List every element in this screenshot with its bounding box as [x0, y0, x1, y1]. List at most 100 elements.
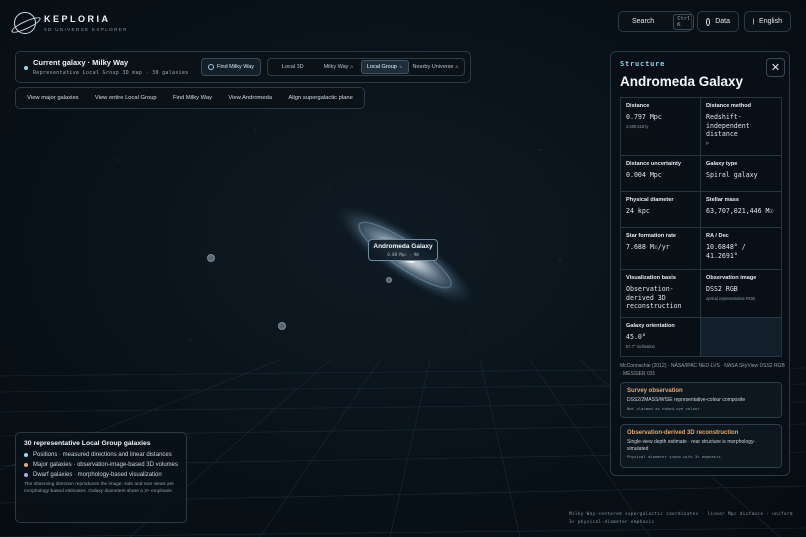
tab-label: Local 3D: [281, 64, 304, 70]
info-value: 7.688 M☉/yr: [626, 243, 670, 251]
scale-tabs: Local 3D Milky Way a Local Group ↳ Nearby …: [267, 58, 465, 76]
globe-icon: [753, 18, 755, 25]
card-description: DSS2/2MASS/WISE representative-colour co…: [627, 397, 746, 403]
legend-row: Dwarf galaxies · morphology-based visual…: [24, 472, 178, 478]
info-label: Distance method: [706, 103, 752, 109]
info-value: Redshift-independent distance: [706, 113, 750, 138]
find-milky-way-button[interactable]: Find Milky Way: [201, 58, 261, 76]
tab-marker: a: [350, 64, 353, 69]
current-galaxy-description: Representative Local Group 3D map · 30 g…: [33, 70, 189, 76]
andromeda-label-sub: 0.80 Mpc · 9W: [387, 252, 419, 257]
tab-local-3d[interactable]: Local 3D: [270, 61, 316, 73]
tab-label: Milky Way: [323, 64, 349, 70]
language-button[interactable]: English: [744, 11, 791, 32]
dwarf-galaxy-marker[interactable]: [278, 322, 286, 330]
search-shortcut: Ctrl K: [673, 13, 695, 30]
current-galaxy-dot-icon: [24, 66, 28, 70]
legend-row-text: Major galaxies · observation-image-based…: [32, 462, 178, 468]
reconstruction-card: Observation-derived 3D reconstruction Si…: [620, 424, 782, 468]
info-label: Stellar mass: [706, 197, 739, 203]
view-entire-local-group-button[interactable]: View entire Local Group: [95, 95, 157, 101]
view-major-galaxies-button[interactable]: View major galaxies: [27, 95, 78, 101]
tab-label: Nearby Universe: [412, 64, 454, 70]
target-icon: [207, 64, 214, 70]
view-andromeda-button[interactable]: View Andromeda: [228, 95, 272, 101]
find-milky-way-action-button[interactable]: Find Milky Way: [173, 95, 212, 101]
info-value: 0.797 Mpc: [626, 113, 662, 121]
card-title: Observation-derived 3D reconstruction: [627, 430, 739, 436]
info-cell-stellar-mass: Stellar mass 63,707,021,446 M☉: [701, 192, 781, 228]
brand[interactable]: KEPLORIA 3D UNIVERSE EXPLORER: [14, 12, 128, 34]
info-value: 0.004 Mpc: [626, 171, 662, 179]
legend-note: The observing direction reproduces the i…: [24, 482, 174, 494]
andromeda-label[interactable]: Andromeda Galaxy 0.80 Mpc · 9W: [368, 239, 438, 261]
info-label: Distance: [626, 103, 650, 109]
galaxy-info-grid: Distance 0.797 Mpc 2,600,618 ly Distance…: [620, 97, 782, 357]
brand-subtitle: 3D UNIVERSE EXPLORER: [44, 27, 128, 32]
coordinate-caption: Milky Way-centered supergalactic coordin…: [569, 512, 793, 525]
find-milky-way-label: Find Milky Way: [216, 64, 255, 70]
align-supergalactic-plane-button[interactable]: Align supergalactic plane: [288, 95, 352, 101]
info-cell-visualization-basis: Visualization basis Observation-derived …: [621, 270, 701, 318]
dwarf-galaxies-bullet-icon: [24, 473, 28, 477]
info-label: Galaxy orientation: [626, 323, 675, 329]
tab-nearby-universe[interactable]: Nearby Universe a: [409, 61, 462, 73]
card-description: Single-view depth estimate · rear struct…: [627, 439, 756, 452]
major-galaxies-bullet-icon: [24, 463, 28, 467]
info-cell-galaxy-orientation: Galaxy orientation 45.0° 57.7° inclinati…: [621, 318, 701, 356]
info-cell-physical-diameter: Physical diameter 24 kpc: [621, 192, 701, 228]
card-meta: Physical diameter shown with 3× emphasis: [627, 454, 721, 459]
close-icon[interactable]: ✕: [766, 58, 785, 77]
data-label: Data: [715, 18, 730, 25]
tab-label: Local Group: [366, 64, 397, 70]
positions-bullet-icon: [24, 453, 28, 457]
galaxy-legend: 30 representative Local Group galaxies P…: [15, 432, 187, 523]
info-value: 45.0°: [626, 333, 646, 341]
search-label: Search: [632, 18, 655, 25]
current-galaxy-label: Current galaxy · Milky Way: [33, 58, 129, 67]
tab-milky-way[interactable]: Milky Way a: [316, 61, 362, 73]
info-cell-distance-uncertainty: Distance uncertainty 0.004 Mpc: [621, 156, 701, 192]
legend-row-text: Positions · measured directions and line…: [33, 452, 172, 458]
info-cell-distance-method: Distance method Redshift-independent dis…: [701, 98, 781, 156]
current-galaxy-panel: Current galaxy · Milky Way Representativ…: [15, 51, 471, 83]
info-value: 10.6848° / 41.2691°: [706, 243, 746, 260]
info-sub: 2,600,618 ly: [626, 123, 649, 129]
survey-observation-card: Survey observation DSS2/2MASS/WISE repre…: [620, 382, 782, 418]
tab-marker: ↳: [398, 64, 403, 69]
info-label: Visualization basis: [626, 275, 676, 281]
info-cell-observation-image: Observation image DSS2 RGB optical repre…: [701, 270, 781, 318]
view-actions-bar: View major galaxies View entire Local Gr…: [15, 87, 365, 109]
data-button[interactable]: Data: [697, 11, 739, 32]
info-cell-empty: [701, 318, 781, 356]
info-label: Galaxy type: [706, 161, 738, 167]
info-value: DSS2 RGB: [706, 285, 738, 293]
galaxy-name: Andromeda Galaxy: [620, 74, 744, 89]
info-label: Physical diameter: [626, 197, 674, 203]
tab-local-group[interactable]: Local Group ↳: [361, 60, 409, 74]
info-value: Spiral galaxy: [706, 171, 758, 179]
kepleria-logo-icon: [14, 12, 36, 34]
legend-row-text: Dwarf galaxies · morphology-based visual…: [33, 472, 162, 478]
brand-name: KEPLORIA: [44, 14, 111, 24]
legend-row: Positions · measured directions and line…: [24, 452, 178, 458]
tab-marker: a: [455, 64, 458, 69]
language-label: English: [759, 18, 782, 25]
info-label: Star formation rate: [626, 233, 677, 239]
info-value: 63,707,021,446 M☉: [706, 207, 774, 215]
card-meta: Not claimed as naked-eye colour: [627, 405, 700, 411]
structure-panel: Structure Andromeda Galaxy ✕ Distance 0.…: [610, 51, 790, 476]
search-button[interactable]: Search Ctrl K: [618, 11, 695, 32]
info-cell-star-formation-rate: Star formation rate 7.688 M☉/yr: [621, 228, 701, 270]
dwarf-galaxy-marker[interactable]: [207, 254, 215, 262]
info-sub: optical representative RGB: [706, 295, 755, 301]
dwarf-galaxy-marker[interactable]: [386, 277, 392, 283]
info-value: 24 kpc: [626, 207, 650, 215]
info-sub: P: [706, 140, 709, 146]
structure-kicker: Structure: [620, 60, 666, 68]
info-cell-ra-dec: RA / Dec 10.6848° / 41.2691°: [701, 228, 781, 270]
data-icon: [706, 17, 711, 26]
info-label: Distance uncertainty: [626, 161, 682, 167]
info-cell-galaxy-type: Galaxy type Spiral galaxy: [701, 156, 781, 192]
data-sources: McConnachie (2012) · NASA/IPAC NED-LVS ·…: [620, 363, 785, 377]
